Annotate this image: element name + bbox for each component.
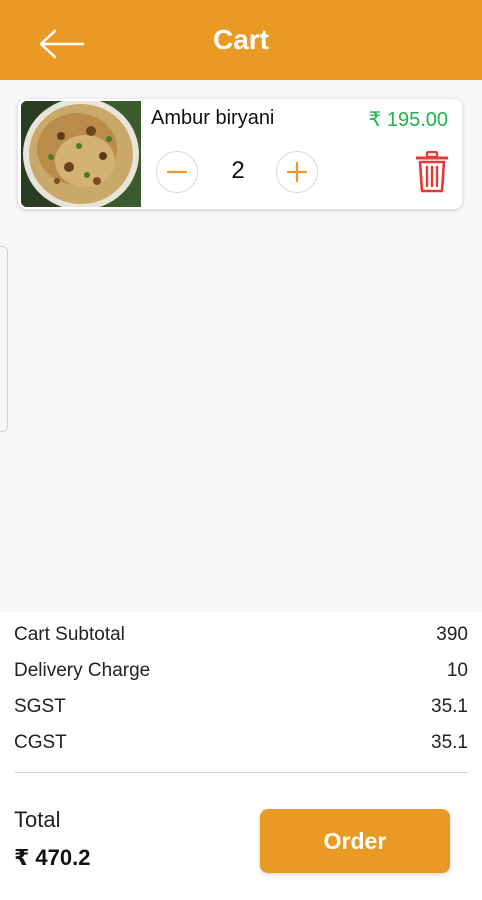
increase-quantity-button[interactable] (276, 151, 318, 193)
subtotal-label: Cart Subtotal (14, 624, 125, 645)
decrease-quantity-button[interactable] (156, 151, 198, 193)
subtotal-value: 390 (436, 624, 468, 645)
summary-row-subtotal: Cart Subtotal 390 (14, 624, 468, 650)
arrow-left-icon (39, 29, 85, 59)
summary-row-delivery: Delivery Charge 10 (14, 660, 468, 686)
plus-icon (286, 161, 308, 183)
summary-row-cgst: CGST 35.1 (14, 732, 468, 758)
summary-divider (14, 772, 468, 773)
order-button[interactable]: Order (260, 809, 450, 873)
minus-icon (166, 170, 188, 174)
total-label: Total (14, 807, 61, 832)
summary-row-sgst: SGST 35.1 (14, 696, 468, 722)
cart-item-card: Ambur biryani ₹ 195.00 2 (18, 99, 462, 209)
delivery-charge-label: Delivery Charge (14, 660, 151, 681)
delete-item-button[interactable] (414, 149, 450, 195)
side-drawer-handle[interactable] (0, 246, 8, 432)
item-price: ₹ 195.00 (368, 109, 448, 131)
total-value: ₹ 470.2 (14, 845, 91, 870)
order-summary: Cart Subtotal 390 Delivery Charge 10 SGS… (0, 612, 482, 900)
biryani-plate-image (21, 101, 141, 207)
cgst-value: 35.1 (431, 732, 468, 753)
trash-icon (416, 151, 448, 193)
sgst-value: 35.1 (431, 696, 468, 717)
cgst-label: CGST (14, 732, 67, 753)
item-name: Ambur biryani (151, 107, 275, 129)
quantity-value: 2 (231, 157, 245, 184)
sgst-label: SGST (14, 696, 66, 717)
delivery-charge-value: 10 (446, 660, 468, 681)
app-header: Cart (0, 0, 482, 80)
back-button[interactable] (36, 24, 88, 64)
